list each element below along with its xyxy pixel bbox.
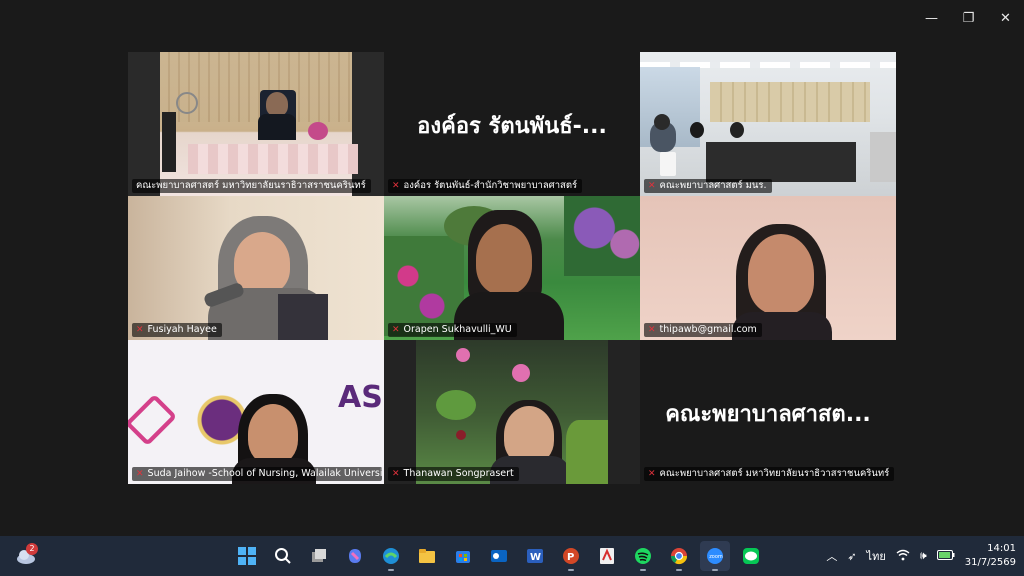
task-view-icon[interactable]: [304, 541, 334, 571]
participant-name-tag: ✕ คณะพยาบาลศาสตร์ มนร.: [644, 179, 772, 193]
video-tile[interactable]: คณะพยาบาลศาสต... ✕ คณะพยาบาลศาสตร์ มหาวิท…: [640, 340, 896, 484]
mic-muted-icon: ✕: [392, 469, 400, 479]
video-feed: [384, 196, 640, 340]
participant-name: Fusiyah Hayee: [147, 324, 217, 335]
video-tile[interactable]: AS ✕ Suda Jaihow -School of Nursing, Wala…: [128, 340, 384, 484]
video-feed: [640, 52, 896, 196]
participant-name: Thanawan Songprasert: [403, 468, 514, 479]
zoom-window: — ❐ ✕ คณะพยาบาลศาสตร์ มหาวิทยาลัยนราธิวา…: [0, 0, 1024, 536]
participant-name-tag: คณะพยาบาลศาสตร์ มหาวิทยาลัยนราธิวาสราชนค…: [132, 179, 371, 193]
participant-name: thipawb@gmail.com: [659, 324, 757, 335]
participant-name: คณะพยาบาลศาสตร์ มนร.: [659, 180, 767, 191]
participant-name-tag: ✕ Thanawan Songprasert: [388, 467, 519, 481]
volume-icon[interactable]: 🕪: [920, 549, 927, 563]
video-tile[interactable]: ✕ Thanawan Songprasert: [384, 340, 640, 484]
video-tile[interactable]: ✕ thipawb@gmail.com: [640, 196, 896, 340]
participant-name: คณะพยาบาลศาสตร์ มหาวิทยาลัยนราธิวาสราชนค…: [136, 180, 366, 191]
system-tray: ︿ ➶ ไทย 🕪 14:01 31/7/2569: [826, 536, 1016, 576]
mic-muted-icon: ✕: [392, 181, 400, 191]
minimize-button[interactable]: —: [913, 0, 950, 36]
participant-name-tag: ✕ thipawb@gmail.com: [644, 323, 762, 337]
wifi-icon[interactable]: [896, 549, 910, 564]
participant-name-tag: ✕ Orapen Sukhavulli_WU: [388, 323, 517, 337]
window-controls: — ❐ ✕: [913, 0, 1024, 36]
start-icon[interactable]: [232, 541, 262, 571]
location-icon[interactable]: ➶: [847, 550, 856, 563]
video-tile[interactable]: ✕ คณะพยาบาลศาสตร์ มนร.: [640, 52, 896, 196]
mic-muted-icon: ✕: [392, 325, 400, 335]
microsoft-store-icon[interactable]: [448, 541, 478, 571]
participant-name-tag: ✕ Fusiyah Hayee: [132, 323, 222, 337]
participant-name-tag: ✕ คณะพยาบาลศาสตร์ มหาวิทยาลัยนราธิวาสราชน…: [644, 467, 894, 481]
participant-name: Orapen Sukhavulli_WU: [403, 324, 512, 335]
participant-name: คณะพยาบาลศาสตร์ มหาวิทยาลัยนราธิวาสราชนค…: [659, 468, 890, 479]
restore-button[interactable]: ❐: [950, 0, 987, 36]
participant-name: Suda Jaihow -School of Nursing, Walailak…: [147, 468, 382, 479]
svg-text:W: W: [530, 552, 541, 563]
acrobat-icon[interactable]: [592, 541, 622, 571]
weather-notification-badge: 2: [26, 543, 38, 555]
video-tile[interactable]: องค์อร รัตนพันธ์-... ✕ องค์อร รัตนพันธ์-ส…: [384, 52, 640, 196]
video-tile[interactable]: ✕ Orapen Sukhavulli_WU: [384, 196, 640, 340]
file-explorer-icon[interactable]: [412, 541, 442, 571]
search-icon[interactable]: [268, 541, 298, 571]
battery-icon[interactable]: [936, 549, 955, 563]
participant-big-name: องค์อร รัตนพันธ์-...: [417, 114, 607, 139]
clock-date: 31/7/2569: [964, 557, 1016, 568]
svg-text:zoom: zoom: [709, 554, 723, 560]
line-icon[interactable]: [736, 541, 766, 571]
word-icon[interactable]: W: [520, 541, 550, 571]
powerpoint-icon[interactable]: P: [556, 541, 586, 571]
chevron-up-icon[interactable]: ︿: [826, 548, 837, 564]
taskbar-apps: W P zoom: [232, 536, 766, 576]
spotify-icon[interactable]: [628, 541, 658, 571]
mic-muted-icon: ✕: [648, 469, 656, 479]
participant-name-tag: ✕ องค์อร รัตนพันธ์-สำนักวิชาพยาบาลศาสตร์: [388, 179, 583, 193]
gallery-grid: คณะพยาบาลศาสตร์ มหาวิทยาลัยนราธิวาสราชนค…: [128, 52, 896, 484]
video-feed: [128, 52, 384, 196]
participant-big-name: คณะพยาบาลศาสต...: [665, 402, 871, 427]
chrome-icon[interactable]: [664, 541, 694, 571]
input-language[interactable]: ไทย: [867, 547, 886, 565]
video-tile[interactable]: คณะพยาบาลศาสตร์ มหาวิทยาลัยนราธิวาสราชนค…: [128, 52, 384, 196]
outlook-icon[interactable]: [484, 541, 514, 571]
clock-time: 14:01: [987, 543, 1016, 554]
participant-name: องค์อร รัตนพันธ์-สำนักวิชาพยาบาลศาสตร์: [403, 180, 578, 191]
mic-muted-icon: ✕: [648, 181, 656, 191]
video-tile[interactable]: ✕ Fusiyah Hayee: [128, 196, 384, 340]
clock[interactable]: 14:01 31/7/2569: [965, 542, 1016, 570]
video-feed: [128, 196, 384, 340]
zoom-icon[interactable]: zoom: [700, 541, 730, 571]
video-feed: [416, 340, 608, 484]
close-button[interactable]: ✕: [987, 0, 1024, 36]
mic-muted-icon: ✕: [136, 469, 144, 479]
mic-muted-icon: ✕: [136, 325, 144, 335]
copilot-icon[interactable]: [340, 541, 370, 571]
edge-icon[interactable]: [376, 541, 406, 571]
video-feed: [640, 196, 896, 340]
taskbar: W P zoom ︿ ➶ ไทย 🕪 14:01 31/7/2569: [0, 536, 1024, 576]
mic-muted-icon: ✕: [648, 325, 656, 335]
video-feed: AS: [128, 340, 384, 484]
svg-text:P: P: [567, 552, 574, 563]
participant-name-tag: ✕ Suda Jaihow -School of Nursing, Walaila…: [132, 467, 382, 481]
